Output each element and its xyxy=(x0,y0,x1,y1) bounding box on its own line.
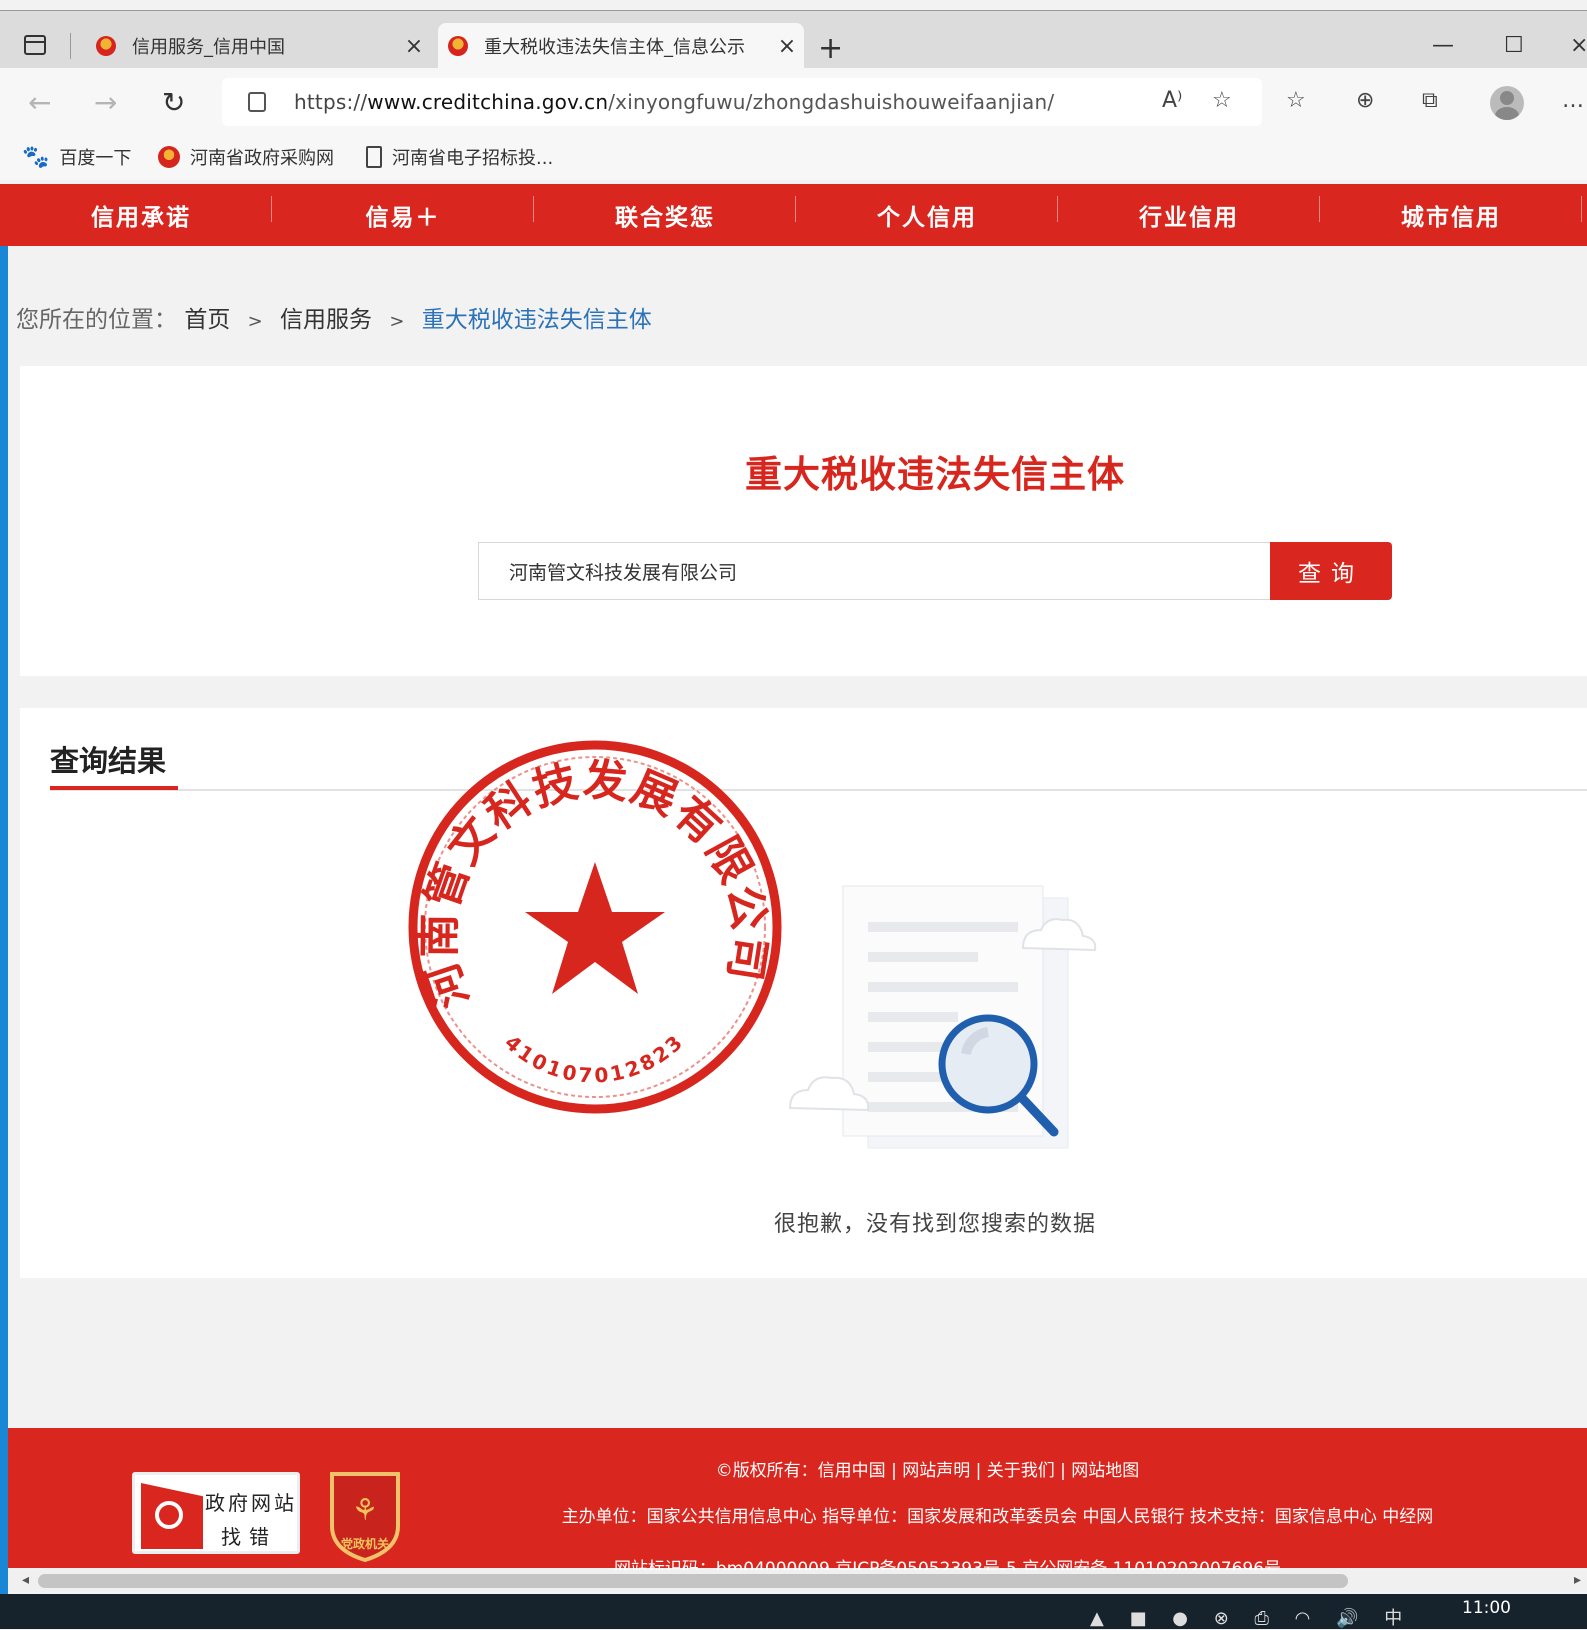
tab-title: 重大税收违法失信主体_信息公示 xyxy=(484,37,745,58)
search-button[interactable]: 查询 xyxy=(1270,542,1392,600)
window-edge xyxy=(0,246,8,1596)
gov-emblem-icon xyxy=(158,146,180,168)
breadcrumb: 您所在的位置： 首页 > 信用服务 > 重大税收违法失信主体 xyxy=(16,300,652,334)
favorite-henan-tendering[interactable]: 河南省电子招标投... xyxy=(366,144,553,170)
nav-joint-rewards-punishments[interactable]: 联合奖惩 xyxy=(534,184,796,246)
nav-industry-credit[interactable]: 行业信用 xyxy=(1058,184,1320,246)
footer-copyright: ©版权所有：信用中国 | 网站声明 | 关于我们 | 网站地图 xyxy=(715,1461,1140,1481)
breadcrumb-home[interactable]: 首页 xyxy=(184,307,230,333)
results-panel: 查询结果 很抱歉，没有找到您搜索的数据 xyxy=(20,708,1587,1278)
browser-address-bar: ← → ↻ https://www.creditchina.gov.cn/xin… xyxy=(0,68,1587,136)
scroll-right-icon[interactable]: ▸ xyxy=(1574,1572,1581,1588)
breadcrumb-current[interactable]: 重大税收违法失信主体 xyxy=(422,307,652,333)
system-tray[interactable]: ▲ ■ ● ⊗ ⎙ ◠ 🔊 中 xyxy=(1090,1604,1412,1630)
tab-title: 信用服务_信用中国 xyxy=(132,37,285,58)
favorites-icon[interactable]: ☆ xyxy=(1286,88,1306,113)
results-heading-underline xyxy=(50,786,178,790)
favorite-label: 百度一下 xyxy=(59,148,132,169)
collections-icon[interactable]: ⊕ xyxy=(1356,88,1374,113)
close-tab-icon[interactable]: × xyxy=(397,34,431,59)
nav-city-credit[interactable]: 城市信用 xyxy=(1320,184,1582,246)
maximize-icon[interactable]: ☐ xyxy=(1504,33,1524,58)
results-divider xyxy=(50,789,1587,791)
nav-personal-credit[interactable]: 个人信用 xyxy=(796,184,1058,246)
close-tab-icon[interactable]: × xyxy=(770,34,804,59)
favorite-label: 河南省电子招标投... xyxy=(392,148,554,169)
taskbar-clock: 11:00 xyxy=(1462,1598,1511,1618)
horizontal-scrollbar[interactable]: ◂ ▸ xyxy=(8,1570,1587,1592)
breadcrumb-prefix: 您所在的位置： xyxy=(16,307,177,333)
favorite-baidu[interactable]: 🐾 百度一下 xyxy=(22,144,131,170)
breadcrumb-separator: > xyxy=(389,311,405,332)
site-main-nav: 信用承诺 信易＋ 联合奖惩 个人信用 行业信用 城市信用 xyxy=(0,184,1587,246)
forward-icon[interactable]: → xyxy=(94,86,117,119)
breadcrumb-separator: > xyxy=(247,311,263,332)
breadcrumb-credit-service[interactable]: 信用服务 xyxy=(280,307,372,333)
url-scheme: https:// xyxy=(294,90,368,114)
add-favorite-icon[interactable]: ☆ xyxy=(1212,88,1232,113)
url-field[interactable]: https://www.creditchina.gov.cn/xinyongfu… xyxy=(222,78,1262,126)
empty-result-message: 很抱歉，没有找到您搜索的数据 xyxy=(773,1212,1096,1237)
url-host: www.creditchina.gov.cn xyxy=(367,90,609,114)
extensions-icon[interactable]: ⧉ xyxy=(1422,88,1438,113)
minimize-icon[interactable]: — xyxy=(1432,33,1454,58)
os-taskbar: ▲ ■ ● ⊗ ⎙ ◠ 🔊 中 11:00 xyxy=(0,1594,1587,1629)
tab-actions-icon[interactable] xyxy=(24,35,46,55)
more-menu-icon[interactable]: … xyxy=(1562,88,1584,113)
nav-credit-commitment[interactable]: 信用承诺 xyxy=(10,184,272,246)
ime-indicator[interactable]: 中 xyxy=(1384,1608,1412,1629)
favorite-label: 河南省政府采购网 xyxy=(190,148,334,169)
favorites-bar: 🐾 百度一下 河南省政府采购网 河南省电子招标投... xyxy=(0,136,1587,180)
page-title: 重大税收违法失信主体 xyxy=(745,453,1125,496)
results-heading: 查询结果 xyxy=(50,744,167,778)
browser-tab-credit-service[interactable]: 信用服务_信用中国 × xyxy=(86,23,431,69)
search-panel: 重大税收违法失信主体 查询 xyxy=(20,366,1587,676)
read-aloud-icon[interactable]: A⁾ xyxy=(1162,88,1182,113)
site-footer: 政府网站 找错 ⚘ 党政机关 ©版权所有：信用中国 | 网站声明 | 关于我们 … xyxy=(8,1428,1587,1572)
profile-avatar-icon[interactable] xyxy=(1490,86,1524,120)
scrollbar-thumb[interactable] xyxy=(38,1574,1348,1588)
browser-tab-tax-violation[interactable]: 重大税收违法失信主体_信息公示 × xyxy=(438,23,804,69)
nav-xinyi-plus[interactable]: 信易＋ xyxy=(272,184,534,246)
party-badge-label: 党政机关 xyxy=(341,1536,389,1551)
url-text: https://www.creditchina.gov.cn/xinyongfu… xyxy=(294,90,1054,114)
tab-separator xyxy=(70,33,71,59)
document-icon xyxy=(366,146,382,168)
baidu-paw-icon: 🐾 xyxy=(22,144,50,170)
search-input[interactable] xyxy=(478,542,1290,600)
refresh-icon[interactable]: ↻ xyxy=(162,86,185,119)
back-icon[interactable]: ← xyxy=(28,86,51,119)
scroll-left-icon[interactable]: ◂ xyxy=(22,1572,29,1588)
company-seal-stamp: 河南管文科技发展有限公司 4101070128234 xyxy=(400,732,782,1114)
footer-organizers: 主办单位：国家公共信用信息中心 指导单位：国家发展和改革委员会 中国人民银行 技… xyxy=(561,1507,1434,1527)
no-data-illustration-icon xyxy=(788,885,1097,1149)
browser-tab-bar: 信用服务_信用中国 × 重大税收违法失信主体_信息公示 × + — ☐ × xyxy=(0,10,1587,69)
close-window-icon[interactable]: × xyxy=(1570,33,1587,58)
site-favicon-icon xyxy=(448,36,468,56)
lock-icon xyxy=(248,92,266,112)
favorite-henan-procurement[interactable]: 河南省政府采购网 xyxy=(158,144,334,170)
star-icon xyxy=(525,862,665,994)
site-favicon-icon xyxy=(96,36,116,56)
new-tab-button[interactable]: + xyxy=(818,34,843,64)
url-path: /xinyongfuwu/zhongdashuishouweifaanjian/ xyxy=(608,90,1055,114)
